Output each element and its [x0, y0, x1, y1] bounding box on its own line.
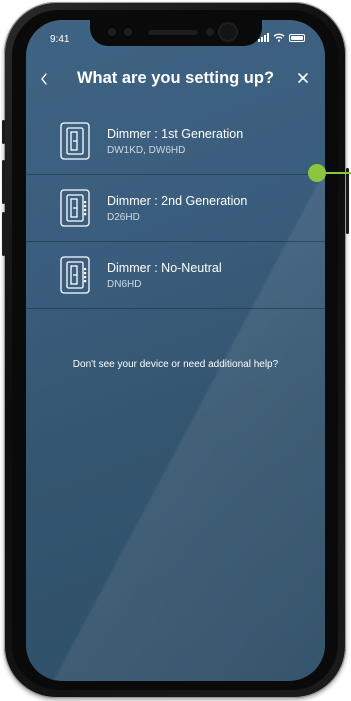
dimmer-switch-icon	[60, 122, 90, 160]
device-option-1st-generation[interactable]: Dimmer : 1st Generation DW1KD, DW6HD	[26, 108, 325, 175]
device-models: D26HD	[107, 212, 140, 223]
device-models: DN6HD	[107, 279, 142, 290]
signal-icon	[258, 33, 269, 42]
side-button	[2, 120, 5, 144]
wifi-icon	[273, 33, 285, 42]
device-models: DW1KD, DW6HD	[107, 145, 186, 156]
battery-icon	[289, 34, 305, 42]
device-name: Dimmer : 2nd Generation	[107, 194, 248, 208]
callout-marker	[308, 164, 351, 182]
phone-notch	[90, 20, 262, 46]
help-link[interactable]: Don't see your device or need additional…	[26, 359, 325, 370]
device-name: Dimmer : 1st Generation	[107, 127, 244, 141]
status-time: 9:41	[50, 34, 70, 45]
close-icon	[298, 73, 308, 83]
header: What are you setting up?	[26, 68, 325, 92]
device-name: Dimmer : No-Neutral	[107, 261, 222, 275]
device-list: Dimmer : 1st Generation DW1KD, DW6HD Dim…	[26, 108, 325, 309]
device-option-2nd-generation[interactable]: Dimmer : 2nd Generation D26HD	[26, 175, 325, 242]
side-button	[2, 160, 5, 204]
page-title: What are you setting up?	[76, 69, 275, 87]
app-screen: 9:41 What are you setting up? Dimmer: 1…	[26, 20, 325, 681]
dimmer-switch-icon	[60, 256, 90, 294]
close-button[interactable]	[295, 68, 311, 88]
status-icons	[258, 33, 305, 42]
device-option-no-neutral[interactable]: Dimmer : No-Neutral DN6HD	[26, 242, 325, 309]
dimmer-switch-icon	[60, 189, 90, 227]
side-button	[2, 212, 5, 256]
